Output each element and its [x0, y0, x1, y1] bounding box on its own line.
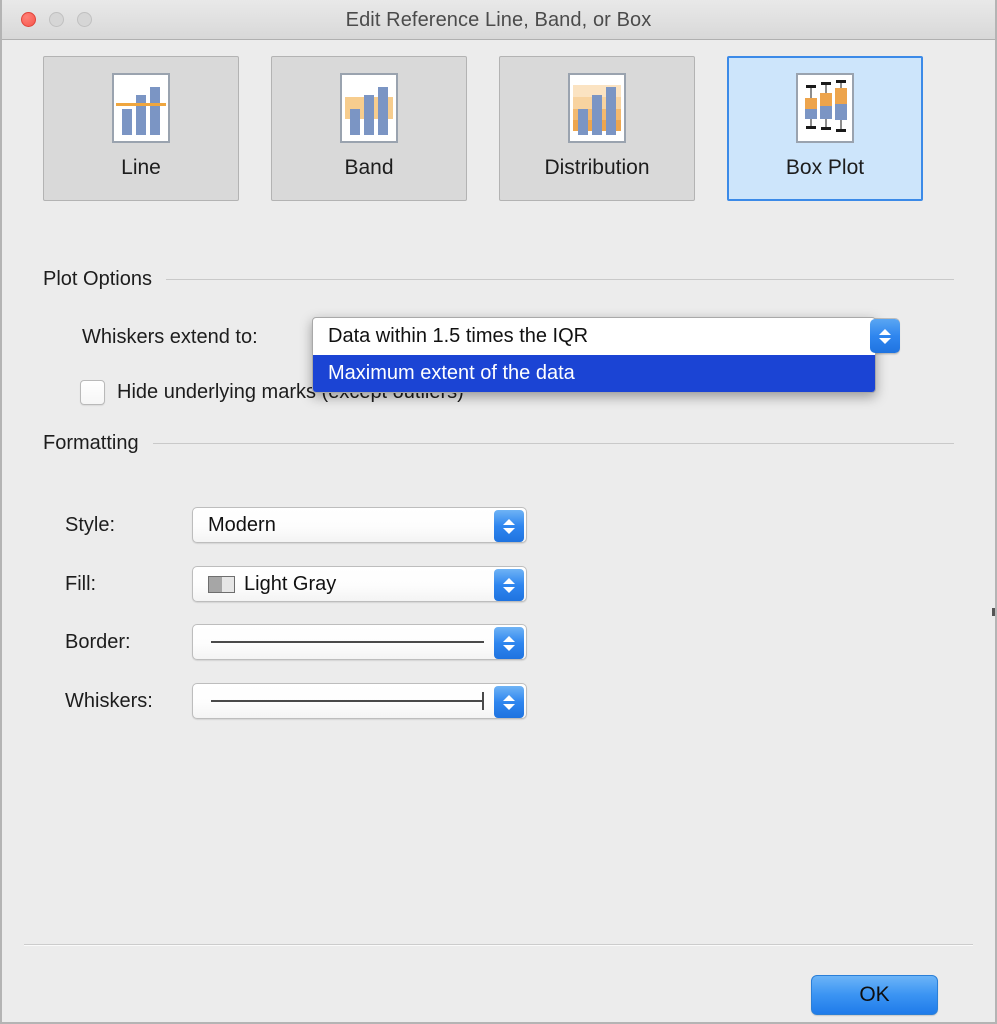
- box-plot-chart-icon: [796, 73, 854, 143]
- tab-line-label: Line: [121, 156, 161, 179]
- plot-options-section-header: Plot Options: [43, 268, 954, 291]
- dialog-content: Line Band Distribution Box Plot Plot Opt…: [2, 40, 995, 1022]
- chevron-down-icon: [503, 586, 515, 593]
- chevron-down-icon: [503, 644, 515, 651]
- tab-distribution-label: Distribution: [544, 156, 650, 179]
- dialog-window: Edit Reference Line, Band, or Box Line B…: [0, 0, 997, 1024]
- hide-marks-checkbox[interactable]: [80, 380, 105, 405]
- whiskers-extend-label: Whiskers extend to:: [82, 326, 258, 348]
- fill-label: Fill:: [65, 573, 97, 595]
- window-resize-nub[interactable]: [992, 608, 995, 616]
- style-label: Style:: [65, 514, 116, 536]
- footer-divider: [24, 944, 973, 946]
- tab-box-plot[interactable]: Box Plot: [727, 56, 923, 201]
- section-divider: [165, 279, 954, 280]
- tab-distribution[interactable]: Distribution: [499, 56, 695, 201]
- whiskers-style-popup[interactable]: [192, 683, 527, 719]
- whiskers-style-stepper[interactable]: [494, 686, 524, 718]
- border-stepper[interactable]: [494, 627, 524, 659]
- border-label: Border:: [65, 631, 131, 653]
- formatting-title: Formatting: [43, 432, 139, 454]
- menu-item-iqr[interactable]: Data within 1.5 times the IQR: [313, 318, 875, 355]
- border-popup[interactable]: [192, 624, 527, 660]
- style-stepper[interactable]: [494, 510, 524, 542]
- band-chart-icon: [340, 73, 398, 143]
- plot-options-title: Plot Options: [43, 268, 152, 290]
- chevron-down-icon: [879, 337, 891, 344]
- title-bar: Edit Reference Line, Band, or Box: [2, 0, 995, 40]
- formatting-section-header: Formatting: [43, 432, 954, 455]
- fill-value: Light Gray: [244, 572, 337, 595]
- tab-band[interactable]: Band: [271, 56, 467, 201]
- whiskers-stepper[interactable]: [870, 319, 900, 353]
- plot-type-tabs: Line Band Distribution Box Plot: [43, 56, 923, 201]
- chevron-down-icon: [503, 703, 515, 710]
- chevron-up-icon: [503, 577, 515, 584]
- style-value: Modern: [208, 513, 276, 536]
- ok-button[interactable]: OK: [811, 975, 938, 1015]
- section-divider: [152, 443, 954, 444]
- whiskers-style-label: Whiskers:: [65, 690, 153, 712]
- whiskers-dropdown-menu[interactable]: Data within 1.5 times the IQR Maximum ex…: [312, 317, 876, 393]
- chevron-up-icon: [503, 518, 515, 525]
- tab-band-label: Band: [344, 156, 394, 179]
- menu-item-max-extent[interactable]: Maximum extent of the data: [313, 355, 875, 392]
- tab-box-plot-label: Box Plot: [785, 156, 865, 179]
- solid-line-preview-icon: [211, 633, 484, 651]
- line-chart-icon: [112, 73, 170, 143]
- tab-line[interactable]: Line: [43, 56, 239, 201]
- fill-value-wrapper: Light Gray: [193, 573, 336, 596]
- distribution-chart-icon: [568, 73, 626, 143]
- chevron-up-icon: [879, 328, 891, 335]
- gray-gradient-swatch-icon: [208, 575, 235, 593]
- fill-stepper[interactable]: [494, 569, 524, 601]
- window-title: Edit Reference Line, Band, or Box: [345, 9, 652, 31]
- chevron-down-icon: [503, 527, 515, 534]
- chevron-up-icon: [503, 635, 515, 642]
- fill-popup[interactable]: Light Gray: [192, 566, 527, 602]
- chevron-up-icon: [503, 694, 515, 701]
- line-with-end-cap-preview-icon: [211, 692, 484, 710]
- style-popup[interactable]: Modern: [192, 507, 527, 543]
